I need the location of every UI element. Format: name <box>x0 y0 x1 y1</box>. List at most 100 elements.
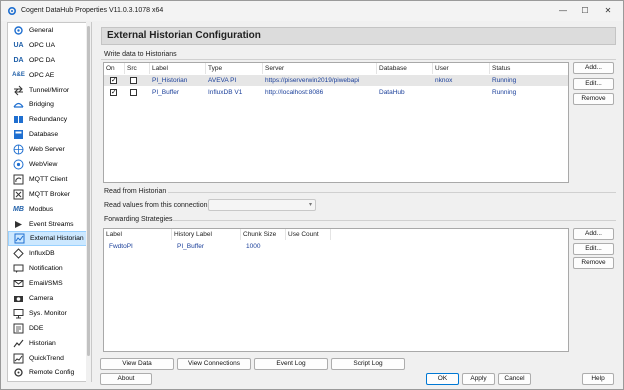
cell-label: PI_Buffer <box>152 89 179 96</box>
sidebar-item-opc-ae[interactable]: A&E OPC AE <box>8 68 91 83</box>
sidebar-item-sys-monitor[interactable]: Sys. Monitor <box>8 306 91 321</box>
sidebar-item-remote-config[interactable]: Remote Config <box>8 365 91 380</box>
historian-icon <box>12 338 25 349</box>
sidebar-item-database[interactable]: Database <box>8 127 91 142</box>
column-header-server[interactable]: Server <box>263 63 377 74</box>
view-data-button[interactable]: View Data <box>100 358 174 370</box>
sidebar-item-label: Event Streams <box>29 220 74 228</box>
maximize-button[interactable]: ☐ <box>578 5 592 17</box>
cell-user <box>433 87 435 98</box>
divider <box>173 220 616 221</box>
cell-history-label: PI_Buffer <box>177 243 204 250</box>
sidebar-item-modbus[interactable]: MB Modbus <box>8 202 91 217</box>
script-log-button[interactable]: Script Log <box>331 358 405 370</box>
cell-user: nknox <box>435 77 453 84</box>
column-header-database[interactable]: Database <box>377 63 433 74</box>
cell-use-count <box>289 241 291 252</box>
remove-strategy-button[interactable]: Remove <box>573 257 614 269</box>
historians-table: On Src Label Type Server Database User S… <box>103 62 569 183</box>
add-historian-button[interactable]: Add... <box>573 62 614 74</box>
forwarding-section-title: Forwarding Strategies <box>104 216 173 223</box>
sidebar-item-email-sms[interactable]: Email/SMS <box>8 276 91 291</box>
sidebar-item-label: OPC AE <box>29 71 55 79</box>
about-button[interactable]: About <box>100 373 152 385</box>
ok-button[interactable]: OK <box>426 373 459 385</box>
event-log-button[interactable]: Event Log <box>254 358 328 370</box>
apply-button[interactable]: Apply <box>462 373 495 385</box>
edit-historian-button[interactable]: Edit... <box>573 78 614 90</box>
redundancy-icon <box>12 114 25 125</box>
column-header-type[interactable]: Type <box>206 63 263 74</box>
sidebar-item-opc-ua[interactable]: UA OPC UA <box>8 38 91 53</box>
sidebar-item-web-server[interactable]: Web Server <box>8 142 91 157</box>
divider <box>101 59 616 60</box>
remove-historian-button[interactable]: Remove <box>573 93 614 105</box>
minimize-button[interactable]: — <box>556 5 570 17</box>
sidebar-item-label: External Historian <box>30 235 84 243</box>
sidebar-item-label: Historian <box>29 339 56 347</box>
sidebar-item-mqtt-broker[interactable]: MQTT Broker <box>8 187 91 202</box>
column-header-status[interactable]: Status <box>490 63 569 74</box>
column-header-label[interactable]: Label <box>104 229 172 240</box>
sidebar-item-camera[interactable]: Camera <box>8 291 91 306</box>
read-connection-label: Read values from this connection <box>104 202 208 209</box>
sidebar-item-webview[interactable]: WebView <box>8 157 91 172</box>
remote-config-icon <box>12 367 25 378</box>
sidebar-item-label: Camera <box>29 294 54 302</box>
column-header-user[interactable]: User <box>433 63 490 74</box>
table-row[interactable]: ✓ PI_Historian AVEVA PI https://piserver… <box>104 75 568 86</box>
sidebar-item-redundancy[interactable]: Redundancy <box>8 112 91 127</box>
cell-database: DataHub <box>379 89 405 96</box>
column-header-chunk-size[interactable]: Chunk Size <box>241 229 286 240</box>
src-checkbox[interactable] <box>130 89 137 96</box>
view-connections-button[interactable]: View Connections <box>177 358 251 370</box>
on-checkbox[interactable]: ✓ <box>110 77 117 84</box>
sidebar-item-general[interactable]: General <box>8 23 91 38</box>
window-title: Cogent DataHub Properties V11.0.3.1078 x… <box>21 7 164 14</box>
column-header-label[interactable]: Label <box>150 63 206 74</box>
table-row[interactable]: ✓ PI_Buffer InfluxDB V1 http://localhost… <box>104 87 568 98</box>
sidebar-item-notification[interactable]: Notification <box>8 261 91 276</box>
src-checkbox[interactable] <box>130 77 137 84</box>
column-header-history-label[interactable]: History Label <box>172 229 241 240</box>
help-button[interactable]: Help <box>582 373 614 385</box>
on-checkbox[interactable]: ✓ <box>110 89 117 96</box>
sidebar-item-event-streams[interactable]: Event Streams <box>8 217 91 232</box>
sidebar-item-historian[interactable]: Historian <box>8 336 91 351</box>
mqtt-client-icon <box>12 174 25 185</box>
sidebar-item-influxdb[interactable]: InfluxDB <box>8 246 91 261</box>
cell-type: AVEVA PI <box>208 77 237 84</box>
add-strategy-button[interactable]: Add... <box>573 228 614 240</box>
mqtt-broker-icon <box>12 189 25 200</box>
sidebar-item-tunnel-mirror[interactable]: Tunnel/Mirror <box>8 83 91 98</box>
sidebar-item-label: OPC UA <box>29 41 56 49</box>
column-header-on[interactable]: On <box>104 63 125 74</box>
scrollbar-thumb[interactable] <box>87 26 90 356</box>
sidebar-item-mqtt-client[interactable]: MQTT Client <box>8 172 91 187</box>
sidebar-item-opc-da[interactable]: DA OPC DA <box>8 53 91 68</box>
gear-icon <box>12 25 25 36</box>
sidebar-item-label: Remote Config <box>29 369 75 377</box>
sidebar-item-label: Notification <box>29 265 63 273</box>
app-gear-icon <box>7 6 17 16</box>
read-connection-select[interactable]: ▾ <box>208 199 316 211</box>
sidebar-item-label: OPC DA <box>29 56 56 64</box>
column-header-use-count[interactable]: Use Count <box>286 229 331 240</box>
sidebar-item-dde[interactable]: DDE <box>8 321 91 336</box>
cell-server: http://localhost:8086 <box>265 89 324 96</box>
table-row[interactable]: FwdtoPI PI_Buffer 1000 <box>104 241 568 252</box>
sidebar-scrollbar[interactable] <box>86 22 91 382</box>
edit-strategy-button[interactable]: Edit... <box>573 243 614 255</box>
cancel-button[interactable]: Cancel <box>498 373 531 385</box>
close-button[interactable]: ✕ <box>601 5 615 17</box>
monitor-icon <box>12 308 25 319</box>
sidebar-item-label: QuickTrend <box>29 354 64 362</box>
chevron-down-icon: ▾ <box>308 202 312 208</box>
globe-icon <box>12 144 25 155</box>
sidebar-item-external-historian[interactable]: External Historian <box>8 231 91 247</box>
sidebar-item-quicktrend[interactable]: QuickTrend <box>8 351 91 366</box>
column-header-src[interactable]: Src <box>125 63 150 74</box>
sidebar-item-bridging[interactable]: Bridging <box>8 97 91 112</box>
cell-chunk-size: 1000 <box>246 243 261 250</box>
opc-ua-icon: UA <box>13 41 24 49</box>
